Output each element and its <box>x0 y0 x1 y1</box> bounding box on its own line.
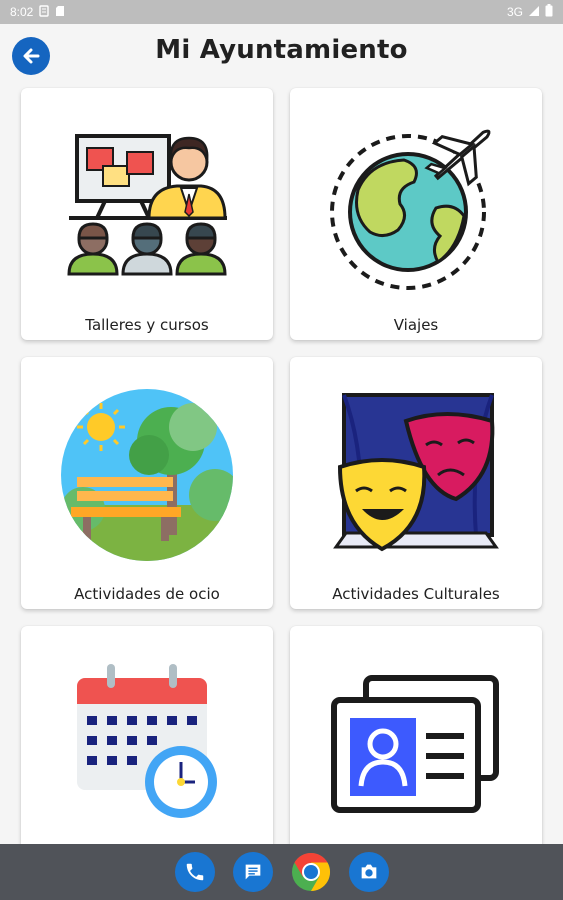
calendar-clock-icon <box>77 664 217 818</box>
battery-icon <box>545 4 553 20</box>
signal-icon <box>528 5 540 20</box>
card-actividades-culturales[interactable]: Actividades Culturales <box>290 357 542 609</box>
page-title: Mi Ayuntamiento <box>155 35 408 65</box>
app-dock <box>0 844 563 900</box>
chrome-icon <box>291 852 330 892</box>
phone-app[interactable] <box>174 852 215 892</box>
messages-app[interactable] <box>232 852 273 892</box>
back-button[interactable] <box>12 37 50 75</box>
card-label: Talleres y cursos <box>85 316 209 334</box>
card-label: Viajes <box>393 316 439 334</box>
messages-icon <box>245 864 260 880</box>
camera-icon <box>361 864 376 879</box>
status-bar: 8:02 3G <box>0 0 563 24</box>
card-label: Actividades de ocio <box>74 585 220 603</box>
card-id[interactable] <box>290 626 542 844</box>
camera-app[interactable] <box>348 852 389 892</box>
category-grid: Talleres y cursos Viajes Actividades de … <box>0 86 563 844</box>
chrome-app[interactable] <box>291 852 331 892</box>
card-talleres-y-cursos[interactable]: Talleres y cursos <box>21 88 273 340</box>
card-label: Actividades Culturales <box>332 585 500 603</box>
notification-icon <box>39 4 50 20</box>
card-calendar[interactable] <box>21 626 273 844</box>
arrow-left-icon <box>23 48 40 64</box>
workshop-classroom-icon <box>67 134 227 276</box>
globe-airplane-icon <box>330 129 491 290</box>
sd-card-icon <box>55 5 65 20</box>
card-actividades-de-ocio[interactable]: Actividades de ocio <box>21 357 273 609</box>
park-bench-tree-icon <box>61 389 233 561</box>
network-type: 3G <box>506 5 523 19</box>
status-time: 8:02 <box>10 5 34 19</box>
app-header: Mi Ayuntamiento <box>0 24 563 76</box>
id-card-icon <box>331 675 499 813</box>
theater-masks-icon <box>333 393 499 552</box>
phone-icon <box>186 863 203 881</box>
card-viajes[interactable]: Viajes <box>290 88 542 340</box>
